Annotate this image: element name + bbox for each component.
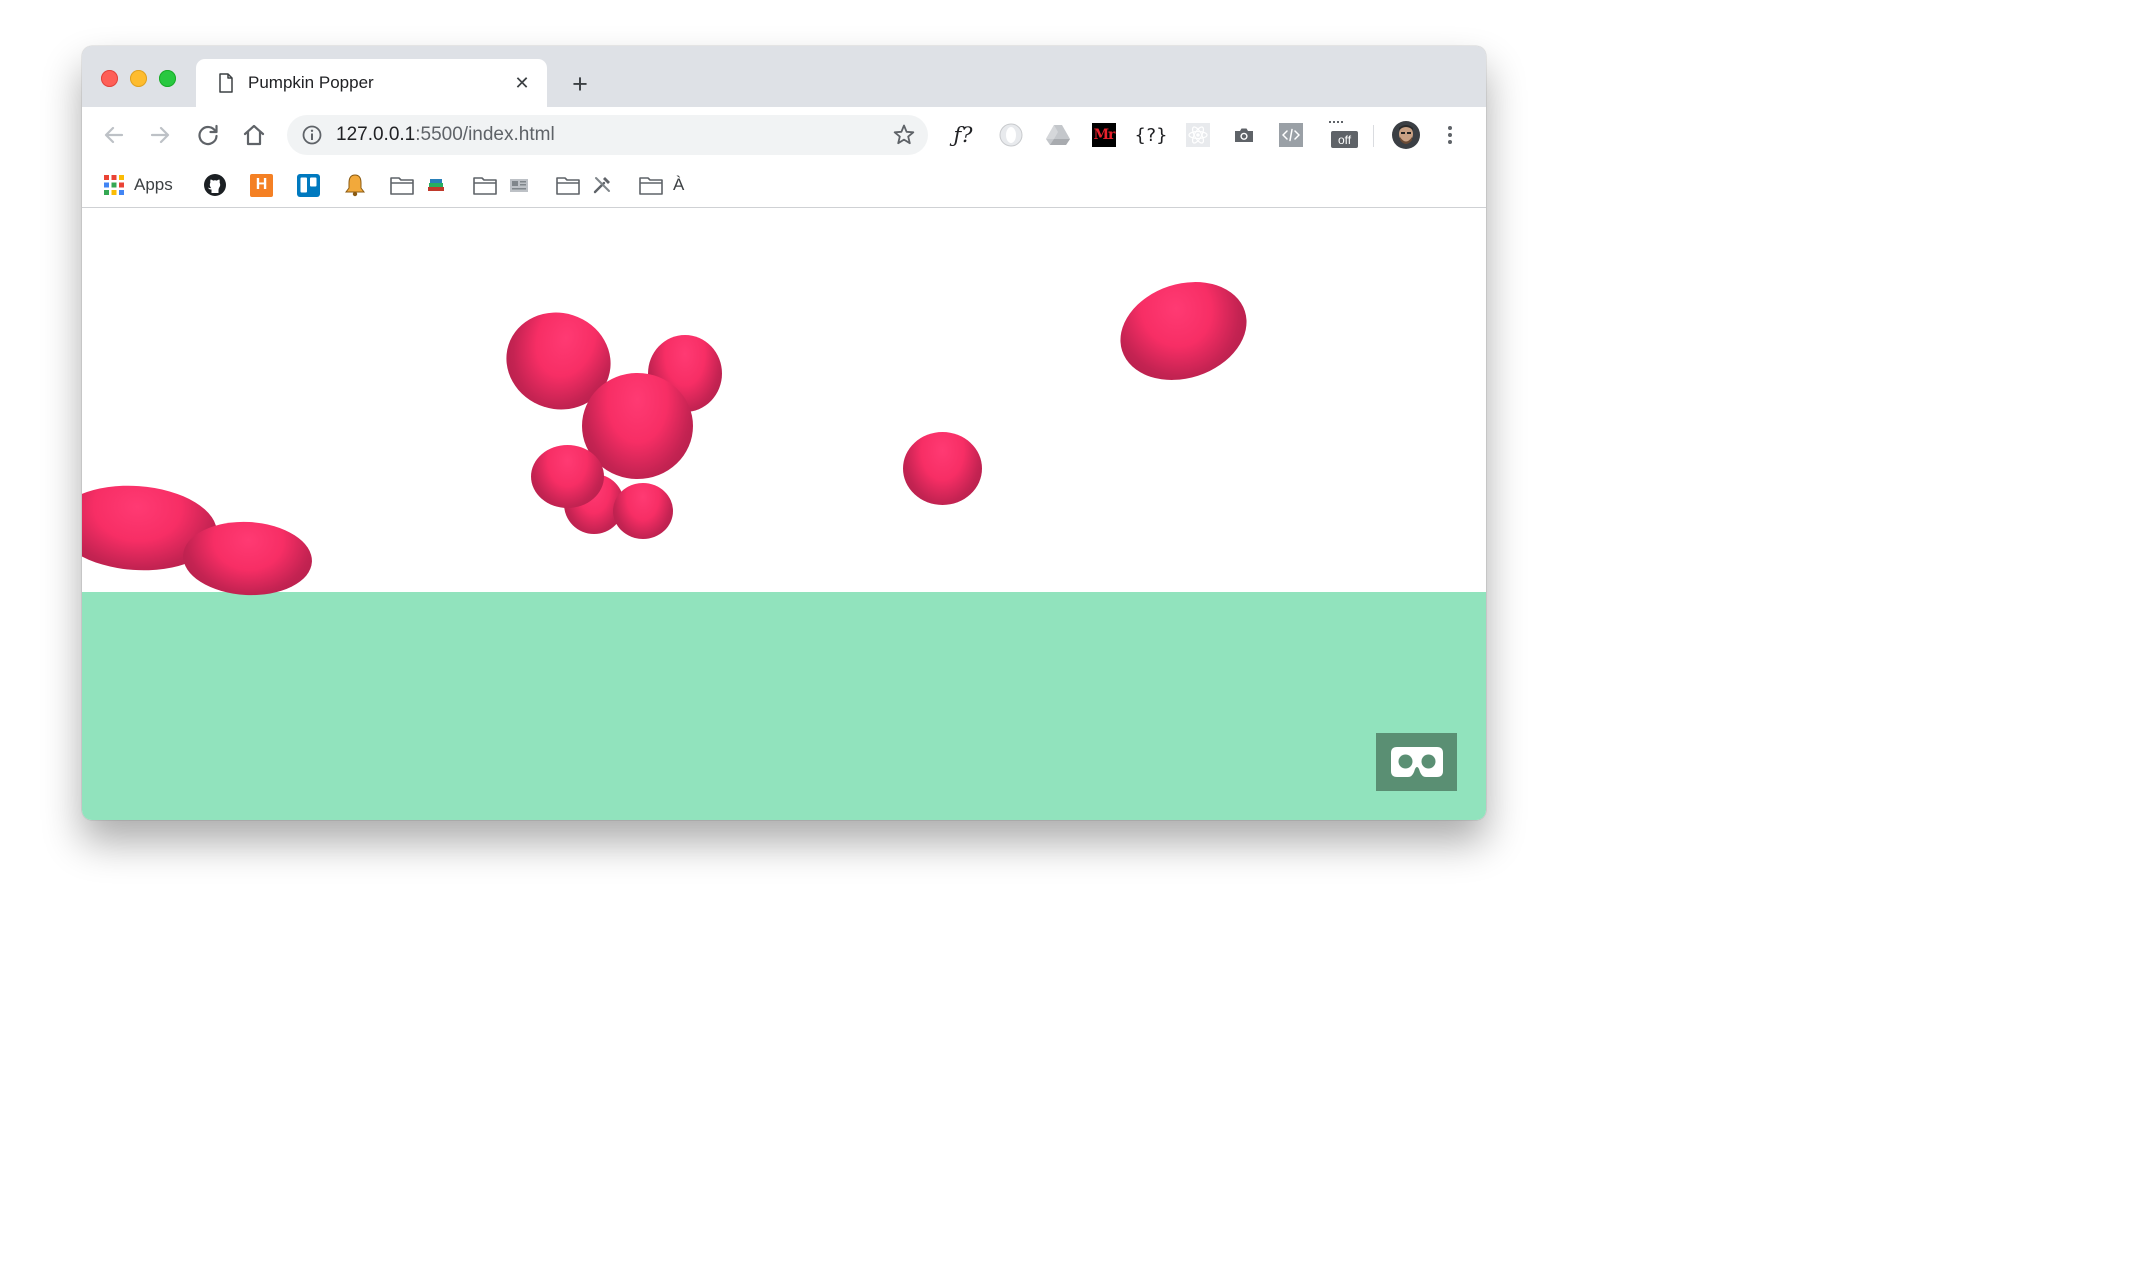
bookmarks-bar: Apps H À xyxy=(82,163,1486,208)
apps-grid-icon xyxy=(104,175,124,195)
browser-window: Pumpkin Popper ✕ + 127.0.0.1:5500/index.… xyxy=(82,46,1486,820)
books-icon xyxy=(428,179,444,191)
bookmark-folder-4-label: À xyxy=(673,175,685,194)
star-icon[interactable] xyxy=(891,122,917,148)
google-drive-icon[interactable] xyxy=(1043,120,1073,150)
json-extension-icon[interactable]: {?} xyxy=(1135,120,1168,150)
trello-icon xyxy=(297,173,320,197)
bookmark-github[interactable] xyxy=(203,170,227,200)
camera-icon[interactable] xyxy=(1231,120,1257,150)
balloon[interactable] xyxy=(613,483,673,539)
page-icon xyxy=(219,73,233,93)
tab-pumpkin-popper[interactable]: Pumpkin Popper ✕ xyxy=(196,59,547,107)
bell-icon xyxy=(345,174,365,197)
vr-headset-icon xyxy=(1390,747,1443,777)
folder-icon xyxy=(639,177,663,195)
fonts-extension-icon[interactable]: ƒ? xyxy=(948,120,978,150)
h-icon: H xyxy=(250,173,273,197)
arrow-left-icon[interactable] xyxy=(100,121,128,149)
bookmark-trello[interactable] xyxy=(297,170,320,200)
bookmark-apps[interactable]: Apps xyxy=(104,170,173,200)
opera-extension-icon[interactable] xyxy=(997,120,1025,150)
mr-extension-icon[interactable]: Mr xyxy=(1091,120,1117,150)
balloon[interactable] xyxy=(1107,266,1260,396)
bookmark-folder-2[interactable] xyxy=(473,170,529,200)
minimize-window-button[interactable] xyxy=(130,70,147,87)
tools-icon xyxy=(593,177,610,194)
folder-icon xyxy=(556,177,580,195)
bookmark-apps-label: Apps xyxy=(134,175,173,194)
ground-plane xyxy=(82,592,1486,820)
url-text[interactable]: 127.0.0.1:5500/index.html xyxy=(336,124,555,146)
tab-title: Pumpkin Popper xyxy=(248,73,374,92)
github-icon xyxy=(204,174,226,196)
bookmark-folder-4[interactable]: À xyxy=(639,170,684,200)
toolbar-divider xyxy=(1373,125,1374,147)
bookmark-h[interactable]: H xyxy=(250,170,273,200)
bookmark-folder-1[interactable] xyxy=(390,170,446,200)
maximize-window-button[interactable] xyxy=(159,70,176,87)
newspaper-icon xyxy=(510,179,528,192)
folder-icon xyxy=(473,177,497,195)
code-extension-icon[interactable] xyxy=(1278,120,1304,150)
reload-icon[interactable] xyxy=(194,121,222,149)
bookmark-bell[interactable] xyxy=(344,170,366,200)
balloon[interactable] xyxy=(181,518,314,599)
info-icon[interactable] xyxy=(301,124,323,146)
enter-vr-button[interactable] xyxy=(1376,733,1457,791)
cors-toggle-icon[interactable]: off xyxy=(1326,120,1358,150)
url-path: :5500/index.html xyxy=(415,124,555,145)
title-bar: Pumpkin Popper ✕ + xyxy=(82,46,1486,107)
home-icon[interactable] xyxy=(240,121,268,149)
balloon[interactable] xyxy=(903,432,982,505)
close-icon[interactable]: ✕ xyxy=(512,73,532,93)
folder-icon xyxy=(390,177,414,195)
plus-icon[interactable]: + xyxy=(567,71,593,98)
react-devtools-icon[interactable] xyxy=(1185,120,1211,150)
arrow-right-icon[interactable] xyxy=(146,121,174,149)
url-host: 127.0.0.1 xyxy=(336,124,416,145)
menu-icon[interactable] xyxy=(1442,120,1458,150)
toolbar: 127.0.0.1:5500/index.html ƒ? Mr {?} off xyxy=(82,107,1486,163)
bookmark-folder-3[interactable] xyxy=(556,170,612,200)
address-bar[interactable]: 127.0.0.1:5500/index.html xyxy=(287,115,928,155)
balloon[interactable] xyxy=(531,445,604,508)
close-window-button[interactable] xyxy=(101,70,118,87)
vr-scene[interactable] xyxy=(82,208,1486,820)
avatar[interactable] xyxy=(1391,120,1421,150)
